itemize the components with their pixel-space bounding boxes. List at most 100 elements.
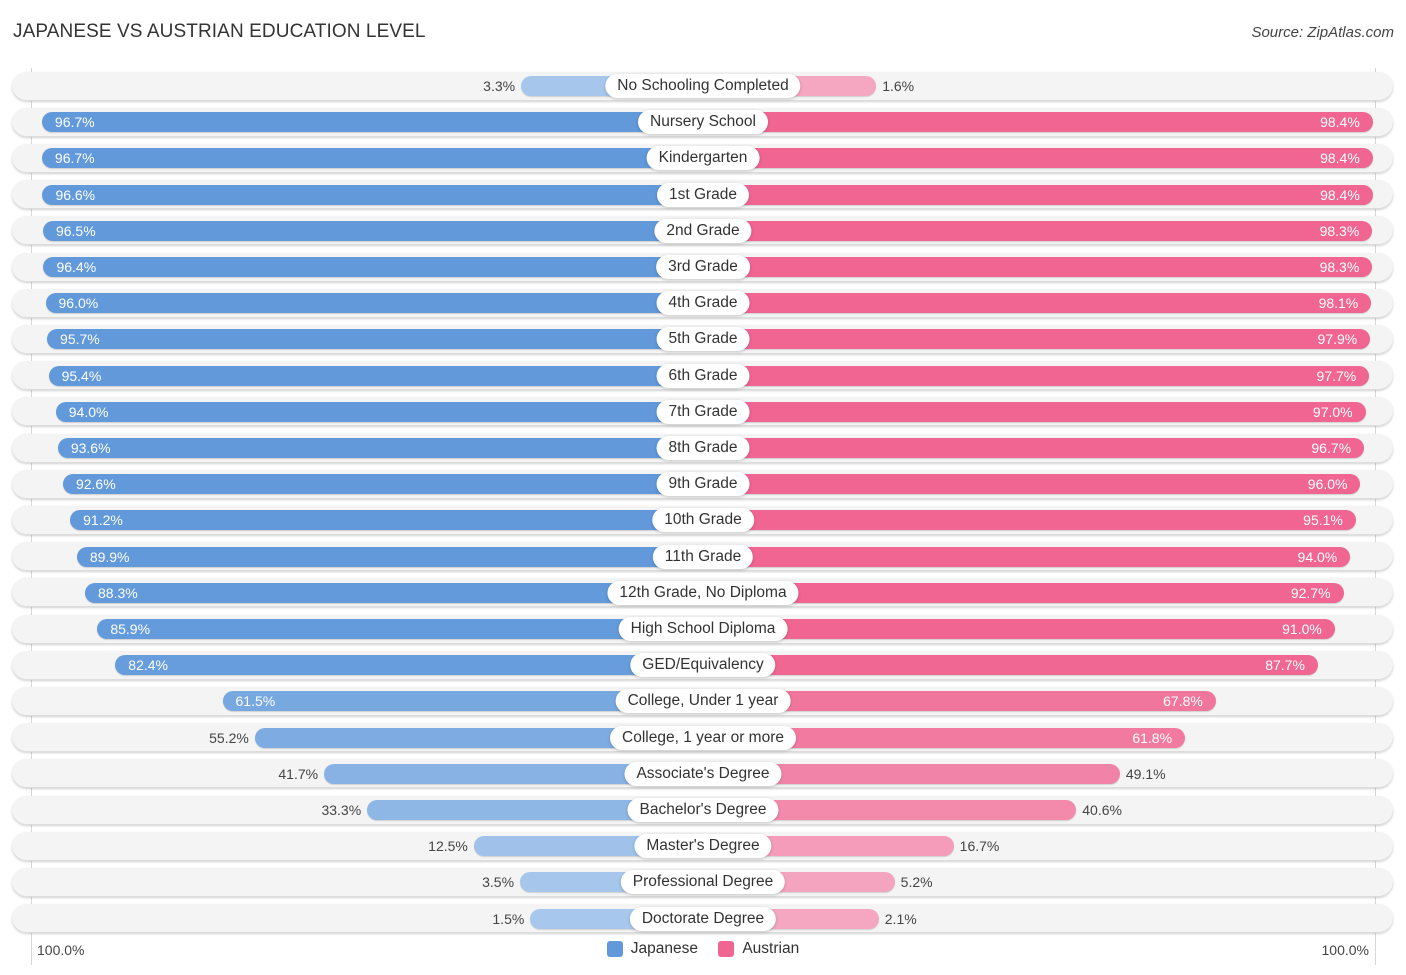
japanese-bar[interactable] <box>115 655 703 676</box>
austrian-value-label: 95.1% <box>1303 512 1343 529</box>
austrian-bar[interactable] <box>703 619 1335 639</box>
category-label: Associate's Degree <box>624 761 782 786</box>
category-label: 3rd Grade <box>656 255 750 279</box>
austrian-bar[interactable] <box>703 546 1351 567</box>
chart-rows: 3.3% 1.6% No Schooling Completed 96.7% 98.4%… <box>0 0 1406 975</box>
japanese-bar[interactable] <box>97 619 703 639</box>
legend: Japanese Austrian <box>0 940 1406 962</box>
category-label: Nursery School <box>638 110 768 135</box>
category-label: No Schooling Completed <box>605 74 801 98</box>
austrian-value-label: 61.8% <box>1132 729 1173 746</box>
legend-item-japanese[interactable]: Japanese <box>606 940 698 958</box>
japanese-bar[interactable] <box>45 293 703 314</box>
japanese-value-label: 96.0% <box>58 295 99 312</box>
japanese-bar[interactable] <box>41 148 703 169</box>
japanese-bar[interactable] <box>41 112 703 133</box>
austrian-value-label: 67.8% <box>1163 693 1203 710</box>
austrian-value-label: 98.3% <box>1319 259 1360 275</box>
austrian-value-label: 87.7% <box>1265 657 1305 674</box>
austrian-value-label: 2.1% <box>884 910 917 927</box>
austrian-value-label: 98.4% <box>1320 150 1360 167</box>
austrian-value-label: 5.2% <box>900 874 933 891</box>
austrian-bar[interactable] <box>703 148 1373 169</box>
category-label: 10th Grade <box>652 508 754 533</box>
austrian-value-label: 96.0% <box>1307 476 1348 493</box>
japanese-bar[interactable] <box>43 257 703 277</box>
austrian-bar[interactable] <box>703 184 1373 205</box>
category-label: 9th Grade <box>656 472 750 497</box>
category-label: College, 1 year or more <box>610 725 796 750</box>
category-label: 1st Grade <box>656 182 750 207</box>
japanese-value-label: 92.6% <box>75 476 116 493</box>
austrian-value-label: 40.6% <box>1082 802 1122 818</box>
japanese-value-label: 85.9% <box>110 621 151 637</box>
japanese-value-label: 96.7% <box>54 150 95 167</box>
category-label: High School Diploma <box>618 617 788 641</box>
austrian-bar[interactable] <box>703 220 1373 241</box>
legend-item-austrian[interactable]: Austrian <box>718 940 799 958</box>
category-label: 2nd Grade <box>654 218 752 243</box>
japanese-value-label: 93.6% <box>70 440 111 456</box>
austrian-bar[interactable] <box>703 365 1370 386</box>
category-label: 11th Grade <box>652 544 754 569</box>
austrian-bar[interactable] <box>703 293 1372 314</box>
category-label: Master's Degree <box>634 834 772 859</box>
japanese-value-label: 95.7% <box>60 331 100 348</box>
austrian-value-label: 98.1% <box>1318 295 1359 312</box>
austrian-bar[interactable] <box>703 474 1361 495</box>
japanese-value-label: 91.2% <box>83 512 123 529</box>
japanese-bar[interactable] <box>62 474 703 495</box>
category-label: Professional Degree <box>620 870 786 895</box>
category-label: College, Under 1 year <box>615 689 791 714</box>
japanese-bar[interactable] <box>47 329 703 350</box>
category-label: Bachelor's Degree <box>627 798 779 822</box>
category-label: 4th Grade <box>656 291 750 316</box>
japanese-value-label: 33.3% <box>321 802 362 818</box>
legend-swatch-japanese <box>606 941 623 957</box>
category-label: 12th Grade, No Diploma <box>607 580 799 605</box>
austrian-bar[interactable] <box>703 257 1373 277</box>
legend-swatch-austrian <box>718 941 735 957</box>
category-label: 8th Grade <box>656 436 750 460</box>
japanese-bar[interactable] <box>42 184 703 205</box>
japanese-bar[interactable] <box>48 365 703 386</box>
japanese-value-label: 96.6% <box>55 186 96 203</box>
austrian-bar[interactable] <box>703 438 1365 458</box>
austrian-bar[interactable] <box>703 582 1344 603</box>
austrian-value-label: 16.7% <box>959 838 1000 855</box>
austrian-value-label: 1.6% <box>882 78 915 94</box>
japanese-bar[interactable] <box>57 438 703 458</box>
japanese-value-label: 12.5% <box>428 838 468 855</box>
japanese-value-label: 82.4% <box>128 657 168 674</box>
austrian-value-label: 98.4% <box>1320 186 1360 203</box>
austrian-value-label: 91.0% <box>1282 621 1322 637</box>
japanese-bar[interactable] <box>42 220 703 241</box>
austrian-bar[interactable] <box>703 401 1366 422</box>
japanese-value-label: 89.9% <box>89 548 130 565</box>
category-label: 7th Grade <box>656 399 750 424</box>
japanese-value-label: 55.2% <box>209 729 249 746</box>
austrian-bar[interactable] <box>703 510 1356 531</box>
japanese-bar[interactable] <box>70 510 703 531</box>
category-label: Kindergarten <box>646 146 760 171</box>
austrian-value-label: 92.7% <box>1290 584 1331 601</box>
category-label: GED/Equivalency <box>630 653 776 678</box>
austrian-value-label: 98.4% <box>1320 114 1360 131</box>
austrian-value-label: 97.9% <box>1317 331 1358 348</box>
japanese-bar[interactable] <box>76 546 703 567</box>
austrian-value-label: 97.7% <box>1316 367 1357 384</box>
austrian-bar[interactable] <box>703 655 1318 676</box>
legend-label-austrian: Austrian <box>742 940 800 957</box>
japanese-value-label: 3.3% <box>483 78 516 94</box>
austrian-bar[interactable] <box>703 112 1373 133</box>
austrian-value-label: 49.1% <box>1125 765 1166 782</box>
japanese-value-label: 94.0% <box>68 403 109 420</box>
austrian-value-label: 96.7% <box>1311 440 1352 456</box>
japanese-value-label: 96.4% <box>56 259 97 275</box>
japanese-value-label: 61.5% <box>235 693 276 710</box>
japanese-value-label: 95.4% <box>61 367 102 384</box>
austrian-bar[interactable] <box>703 329 1371 350</box>
japanese-bar[interactable] <box>55 401 703 422</box>
category-label: 6th Grade <box>656 363 750 388</box>
category-label: 5th Grade <box>656 327 750 352</box>
